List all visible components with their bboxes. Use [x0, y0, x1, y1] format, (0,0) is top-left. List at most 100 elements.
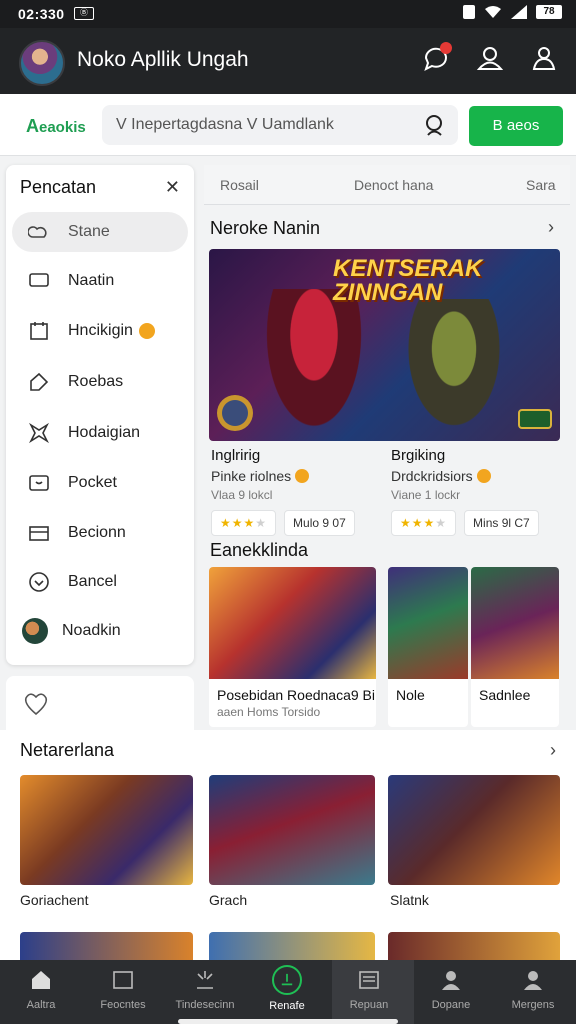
nav-label: Aaltra — [26, 999, 56, 1011]
coin-icon — [476, 469, 491, 483]
secondary-panel — [6, 676, 194, 730]
newspaper-icon — [359, 971, 379, 989]
status-time: 02:330 — [18, 6, 65, 22]
game-card[interactable]: Inglririg Pinke riolnes Vlaa 9 lokcl ★★★… — [211, 447, 381, 536]
thumb-caption: Slatnk — [390, 892, 429, 908]
sidebar-item-roebas[interactable]: Roebas — [12, 362, 188, 402]
profile-button[interactable] — [530, 44, 558, 72]
sidebar-item-naatin[interactable]: Naatin — [12, 261, 188, 301]
search-button[interactable]: B aeos — [469, 106, 563, 146]
search-icon[interactable] — [424, 114, 446, 136]
nfc-icon — [463, 5, 475, 19]
featured-banner[interactable]: KENTSERAK ZINNGAN — [209, 249, 560, 441]
search-row: Aeaokis V Inepertagdasna V Uamdlank B ae… — [0, 94, 576, 156]
sidebar-item-hncikigin[interactable]: Hncikigin — [12, 311, 188, 351]
search-input[interactable]: V Inepertagdasna V Uamdlank — [102, 105, 458, 145]
nav-item-renafe[interactable]: Renafe — [246, 960, 328, 1024]
calendar-icon — [30, 322, 48, 340]
tab-bar: Rosail Denoct hana Sara — [204, 165, 570, 205]
battery-icon: 78 — [536, 5, 562, 19]
close-icon[interactable]: ✕ — [165, 177, 180, 198]
sidebar-item-label: Hodaigian — [68, 424, 141, 441]
game-thumbnail[interactable] — [20, 932, 193, 962]
game-thumbnail[interactable] — [209, 932, 375, 962]
nav-label: Renafe — [269, 1000, 305, 1012]
nav-item-feocntes[interactable]: Feocntes — [82, 960, 164, 1024]
nav-item-aaltra[interactable]: Aaltra — [0, 960, 82, 1024]
user-avatar — [22, 618, 48, 644]
game-thumbnail[interactable] — [388, 775, 560, 885]
nav-label: Repuan — [349, 999, 389, 1011]
sidebar-item-noadkin[interactable]: Noadkin — [12, 611, 188, 651]
thumb-caption: Grach — [209, 892, 248, 908]
sidebar-item-label: Bancel — [68, 573, 117, 590]
messages-button[interactable] — [422, 42, 452, 72]
sidebar-menu: Pencatan ✕ Stane Naatin Hncikigin Roebas… — [6, 165, 194, 665]
section-heading: Netarerlana — [20, 740, 115, 760]
game-emblem — [217, 395, 253, 431]
sidebar-item-bancel[interactable]: Bancel — [12, 562, 188, 602]
sidebar-title: Pencatan — [20, 177, 97, 197]
notification-icon: Ⓑ — [74, 7, 94, 20]
hero-character-right — [399, 299, 509, 441]
sidebar-item-hodaigian[interactable]: Hodaigian — [12, 413, 188, 453]
tab-denoct-hana[interactable]: Denoct hana — [354, 177, 433, 193]
sidebar-item-label: Naatin — [68, 272, 115, 289]
card-icon — [29, 526, 49, 541]
nav-label: Tindesecinn — [175, 999, 235, 1011]
game-thumb-card[interactable]: Nole — [388, 567, 468, 727]
game-thumbnail[interactable] — [20, 775, 193, 885]
hero-title: KENTSERAK ZINNGAN — [333, 255, 483, 306]
game-thumbnail[interactable] — [388, 932, 560, 962]
wifi-icon — [485, 6, 501, 18]
game-thumbnail[interactable] — [209, 775, 375, 885]
game-meta: Vlaa 9 lokcl — [211, 488, 273, 502]
signal-icon — [511, 5, 527, 19]
home-icon — [32, 971, 50, 989]
person-icon — [524, 971, 542, 990]
tab-sara[interactable]: Sara — [526, 177, 556, 193]
coin-icon — [138, 323, 155, 339]
sidebar-item-pocket[interactable]: Pocket — [12, 463, 188, 503]
thumb-title: Sadnlee — [479, 687, 531, 703]
game-thumbnail — [471, 567, 559, 679]
sidebar-item-stane[interactable]: Stane — [12, 212, 188, 252]
person-icon — [442, 971, 460, 990]
main-content: Rosail Denoct hana Sara Neroke Nanin › K… — [204, 165, 572, 730]
star-rating: ★★★★ — [391, 510, 457, 536]
hero-character-left — [259, 289, 369, 441]
tag-icon — [30, 372, 49, 391]
thumb-caption: Goriachent — [20, 892, 89, 908]
user-icon — [532, 47, 556, 70]
nav-item-repuan[interactable]: Repuan — [328, 960, 410, 1024]
sidebar-item-becionn[interactable]: Becionn — [12, 513, 188, 553]
brand-letter: A — [26, 116, 39, 136]
power-icon — [272, 965, 302, 995]
download-icon — [29, 572, 49, 592]
game-thumb-card[interactable]: Sadnlee — [471, 567, 559, 727]
star-icon — [29, 422, 49, 444]
burst-icon — [197, 971, 213, 989]
chevron-right-icon[interactable]: › — [548, 217, 554, 238]
sidebar-item-label: Noadkin — [62, 622, 121, 639]
nav-item-mergens[interactable]: Mergens — [492, 960, 574, 1024]
bottom-section: Netarerlana › Goriachent Grach Slatnk — [0, 730, 576, 962]
game-thumb-card[interactable]: Posebidan Roednaca9 Bi aaen Homs Torsido — [209, 567, 376, 727]
chevron-right-icon[interactable]: › — [550, 740, 556, 761]
sidebar-item-label: Hncikigin — [68, 322, 133, 339]
game-card[interactable]: Brgiking Drdckridsiors Viane 1 lockr ★★★… — [391, 447, 561, 536]
account-button[interactable] — [476, 44, 504, 72]
sidebar-item-label: Roebas — [68, 373, 124, 390]
brand-label[interactable]: Aeaokis — [26, 116, 86, 137]
thumb-title: Nole — [396, 687, 425, 703]
nav-label: Dopane — [431, 999, 471, 1011]
tab-rosail[interactable]: Rosail — [220, 177, 259, 193]
nav-item-dopane[interactable]: Dopane — [410, 960, 492, 1024]
nav-label: Feocntes — [100, 999, 146, 1011]
coin-icon — [295, 469, 310, 483]
game-thumbnail — [209, 567, 376, 679]
profile-avatar[interactable] — [19, 40, 65, 86]
brand-text: eaokis — [39, 119, 86, 136]
nav-item-tindesecinn[interactable]: Tindesecinn — [164, 960, 246, 1024]
heart-outline-icon[interactable] — [22, 690, 50, 716]
